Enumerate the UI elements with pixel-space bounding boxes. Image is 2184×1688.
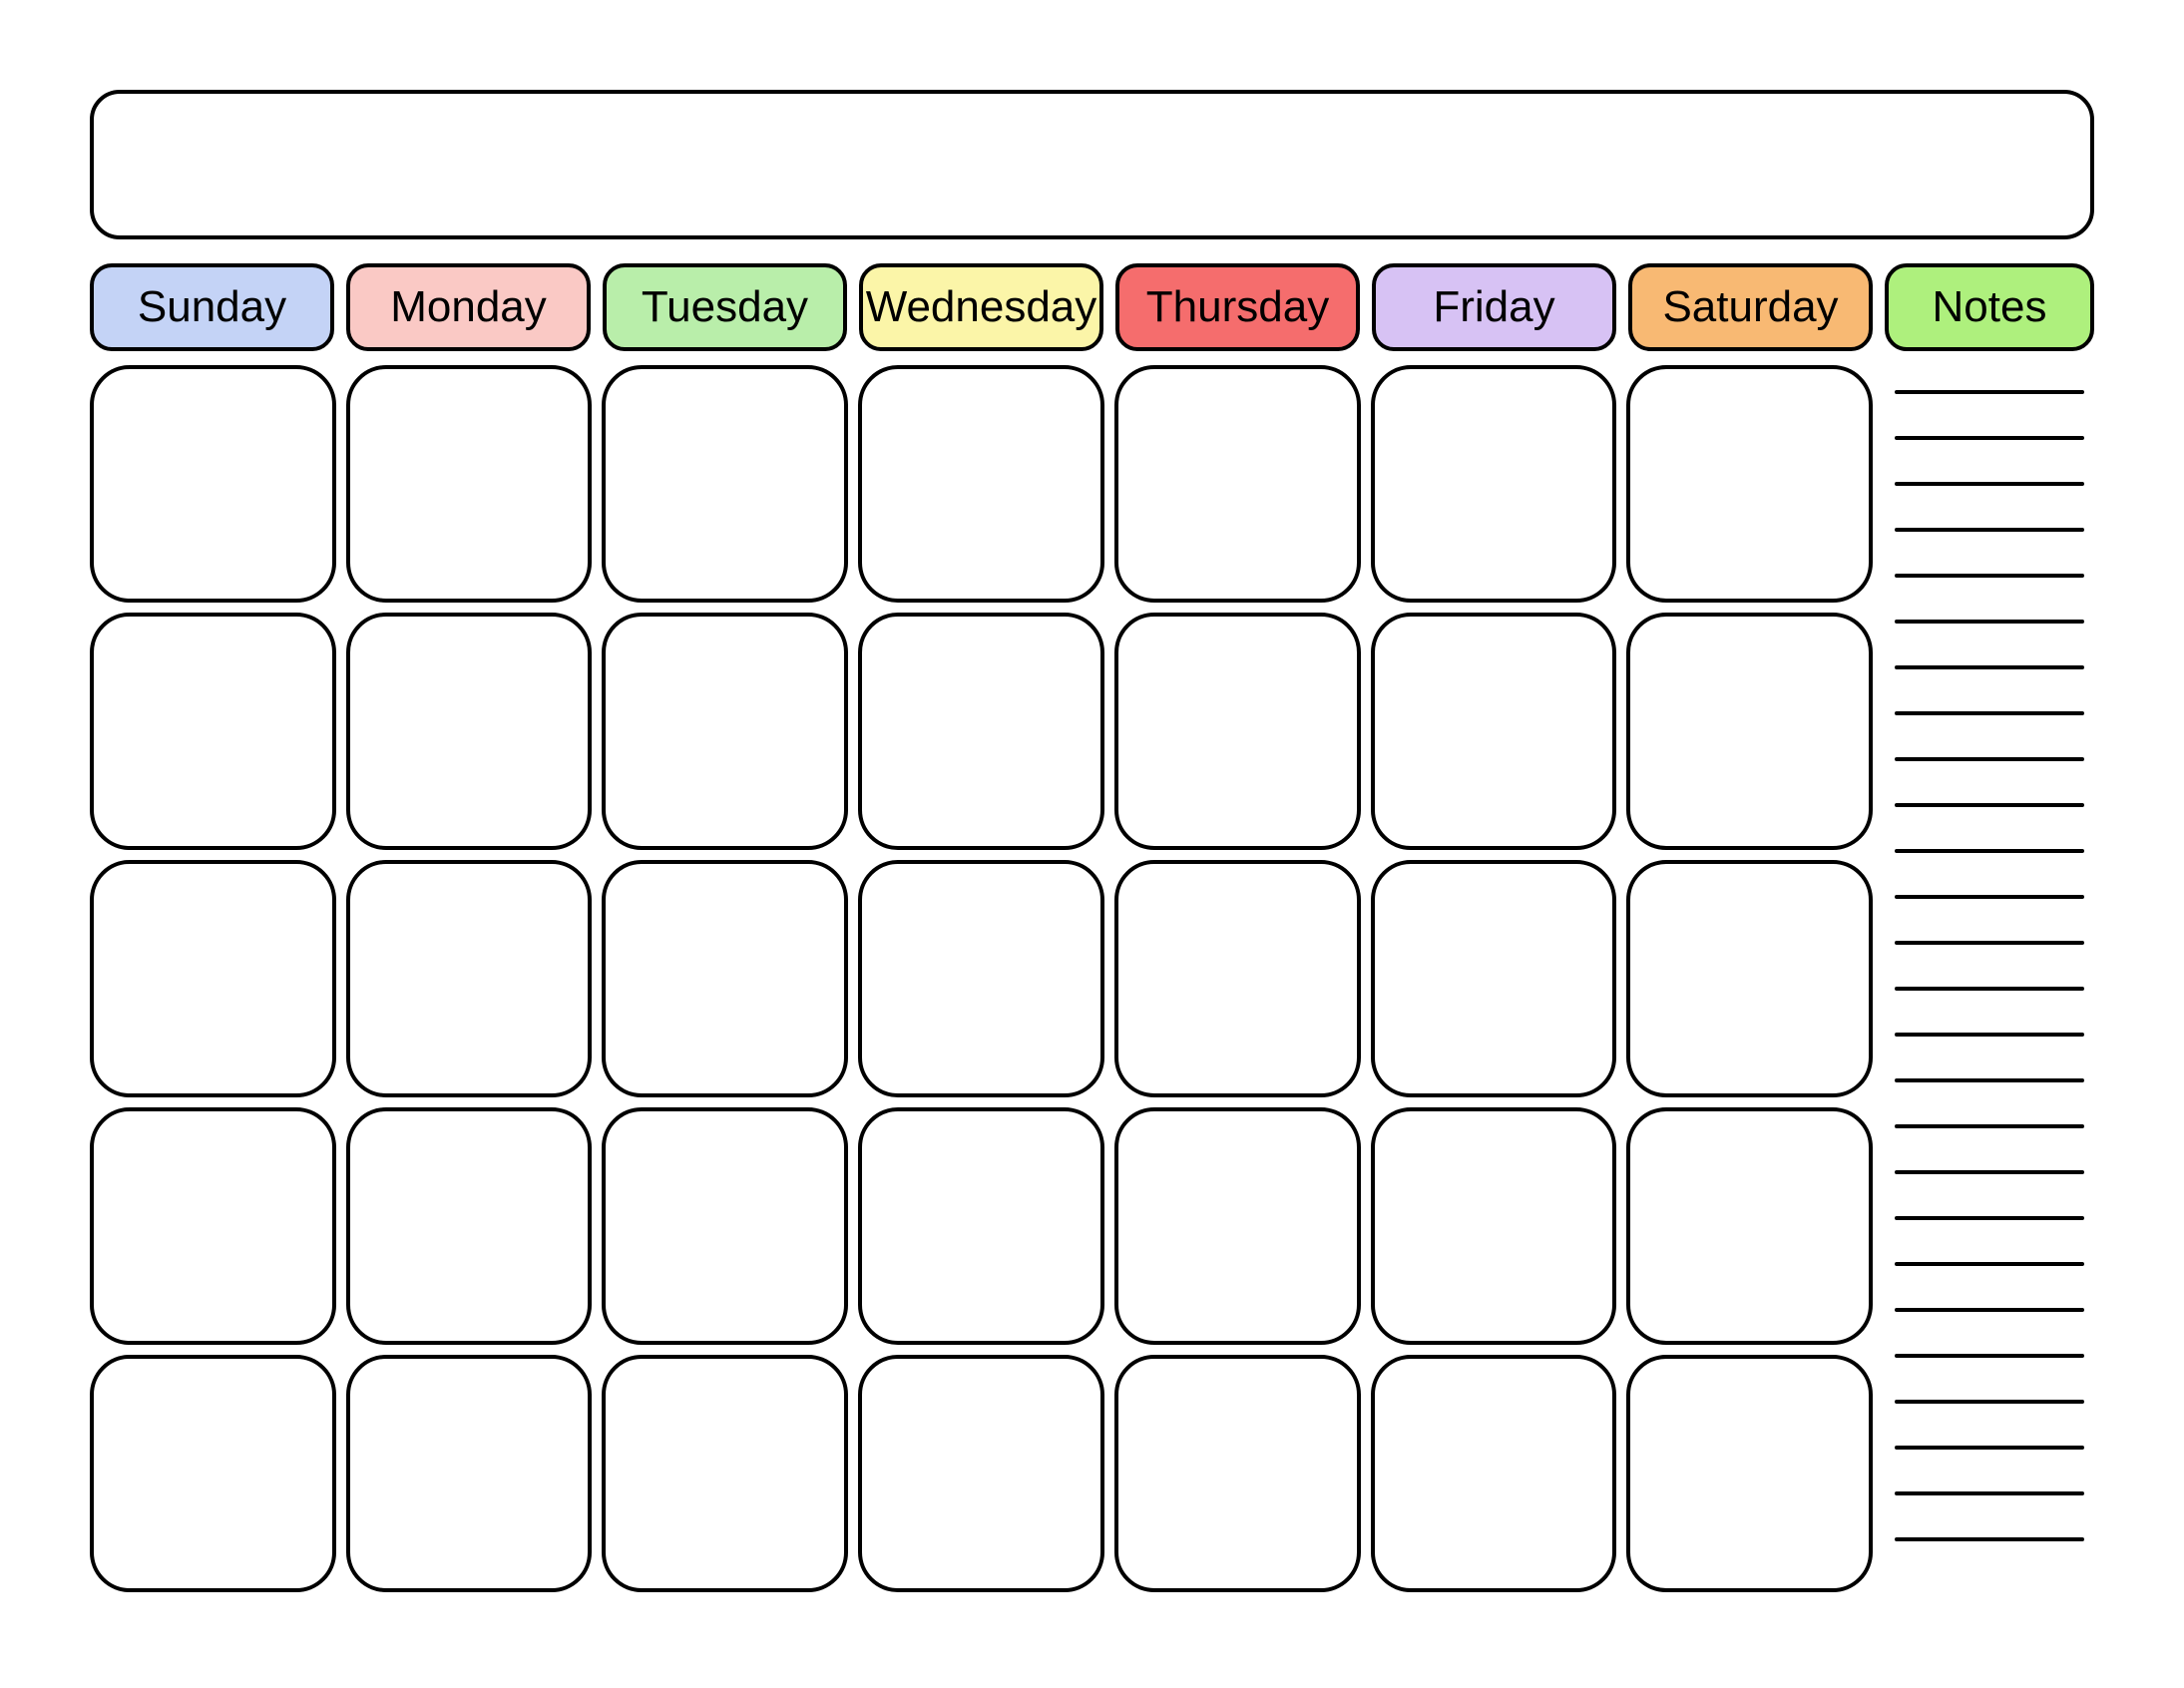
day-cell [1371,1107,1617,1345]
note-line [1895,390,2084,394]
note-line [1895,1537,2084,1541]
day-cell [1114,365,1361,603]
header-friday: Friday [1372,263,1616,351]
day-cell [858,860,1104,1097]
note-line [1895,620,2084,624]
note-line [1895,803,2084,807]
day-cell [346,1107,593,1345]
note-line [1895,1446,2084,1450]
day-cell [858,613,1104,850]
note-line [1895,528,2084,532]
note-line [1895,1308,2084,1312]
day-cell [1371,365,1617,603]
week-row [90,1355,1873,1592]
note-line [1895,1124,2084,1128]
note-line [1895,1170,2084,1174]
day-cell [346,860,593,1097]
calendar-grid [90,365,1873,1592]
week-row [90,860,1873,1097]
day-cell [602,860,848,1097]
day-cell [1626,860,1873,1097]
day-cell [346,613,593,850]
day-cell [90,365,336,603]
header-notes: Notes [1885,263,2094,351]
day-cell [858,1107,1104,1345]
note-line [1895,895,2084,899]
note-line [1895,757,2084,761]
day-cell [346,365,593,603]
note-line [1895,987,2084,991]
title-banner [90,90,2094,239]
day-cell [1371,613,1617,850]
week-row [90,613,1873,850]
note-line [1895,436,2084,440]
note-line [1895,849,2084,853]
day-cell [1626,1355,1873,1592]
day-cell [1371,860,1617,1097]
day-cell [858,1355,1104,1592]
note-line [1895,1400,2084,1404]
note-line [1895,665,2084,669]
day-cell [602,365,848,603]
note-line [1895,1262,2084,1266]
note-line [1895,482,2084,486]
day-cell [90,613,336,850]
note-line [1895,1354,2084,1358]
note-line [1895,711,2084,715]
body-row [90,365,2094,1592]
header-tuesday: Tuesday [603,263,847,351]
week-row [90,1107,1873,1345]
day-cell [602,613,848,850]
note-line [1895,941,2084,945]
calendar-page: Sunday Monday Tuesday Wednesday Thursday… [0,0,2184,1688]
day-cell [1114,1107,1361,1345]
note-line [1895,1033,2084,1037]
day-cell [90,1107,336,1345]
day-cell [90,860,336,1097]
day-cell [602,1107,848,1345]
day-cell [346,1355,593,1592]
header-saturday: Saturday [1628,263,1873,351]
header-thursday: Thursday [1115,263,1360,351]
header-sunday: Sunday [90,263,334,351]
day-cell [1114,1355,1361,1592]
day-cell [1626,613,1873,850]
header-wednesday: Wednesday [859,263,1103,351]
day-cell [1114,613,1361,850]
day-cell [858,365,1104,603]
week-row [90,365,1873,603]
note-line [1895,1078,2084,1082]
note-line [1895,1216,2084,1220]
day-cell [602,1355,848,1592]
header-row: Sunday Monday Tuesday Wednesday Thursday… [90,263,2094,351]
day-cell [1114,860,1361,1097]
note-line [1895,1491,2084,1495]
header-monday: Monday [346,263,591,351]
day-cell [1626,1107,1873,1345]
day-cell [90,1355,336,1592]
day-cell [1626,365,1873,603]
note-line [1895,574,2084,578]
day-cell [1371,1355,1617,1592]
notes-column [1885,365,2094,1592]
